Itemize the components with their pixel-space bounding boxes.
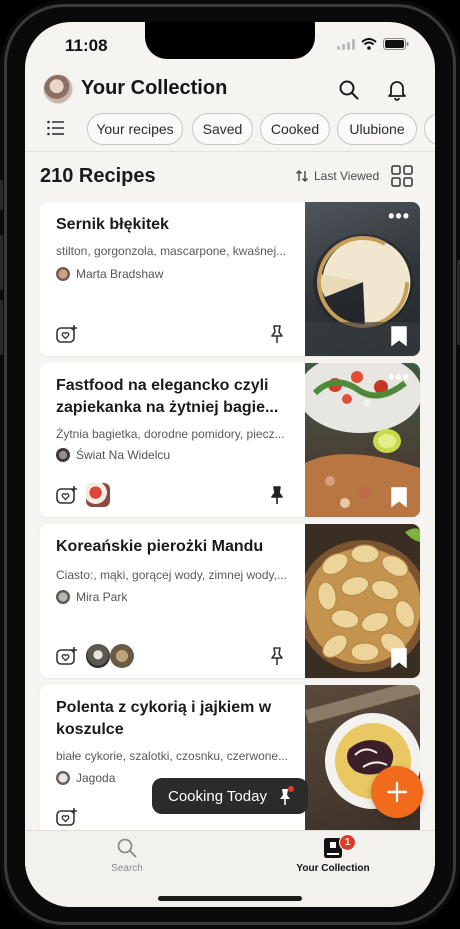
- add-recipe-button[interactable]: [371, 766, 423, 818]
- pin-filled-icon[interactable]: [268, 485, 286, 505]
- recipe-title: Polenta z cykorią i jajkiem w koszulce: [56, 699, 272, 738]
- phone-frame: 11:08 Your Collection Your recipes Saved…: [0, 0, 460, 929]
- page-title: Your Collection: [81, 77, 228, 99]
- battery-icon: [383, 38, 409, 50]
- add-to-cooking-icon[interactable]: [56, 324, 78, 344]
- recipe-title: Fastfood na elegancko czyli zapiekanka n…: [56, 377, 279, 416]
- cooked-thumbnail[interactable]: [110, 644, 134, 668]
- recipe-ingredients: Ciasto:, mąki, gorącej wody, zimnej wody…: [56, 568, 287, 582]
- recipes-count: 210 Recipes: [40, 165, 156, 187]
- list-menu-icon[interactable]: [47, 120, 65, 136]
- author-name: Mira Park: [76, 590, 128, 604]
- grid-view-icon[interactable]: [391, 165, 413, 187]
- chip-more[interactable]: [424, 113, 435, 145]
- bell-icon: [388, 81, 406, 101]
- author-name: Świat Na Widelcu: [76, 448, 171, 462]
- recipe-author[interactable]: Mira Park: [56, 590, 127, 604]
- recipe-image[interactable]: •••: [305, 363, 420, 517]
- sort-arrows-icon: [296, 170, 308, 182]
- recipe-ingredients: stilton, gorgonzola, mascarpone, kwaśnej…: [56, 244, 287, 258]
- recipe-image[interactable]: [305, 524, 420, 678]
- recipe-author[interactable]: Marta Bradshaw: [56, 267, 163, 281]
- app-header: Your Collection: [25, 72, 435, 112]
- author-avatar: [56, 771, 70, 785]
- sort-label: Last Viewed: [314, 169, 380, 183]
- signal-icon: [337, 38, 355, 50]
- plus-icon: [386, 781, 408, 803]
- status-icons: [337, 38, 409, 50]
- wifi-icon: [361, 38, 377, 50]
- tab-search-label: Search: [111, 863, 143, 874]
- side-button: [0, 180, 3, 210]
- status-time: 11:08: [65, 36, 108, 55]
- search-icon: [339, 80, 359, 100]
- tab-search[interactable]: Search: [67, 837, 187, 874]
- search-button[interactable]: [335, 76, 363, 104]
- more-options-icon[interactable]: •••: [388, 206, 410, 227]
- home-indicator: [158, 896, 302, 901]
- profile-avatar[interactable]: [43, 74, 73, 104]
- tab-your-collection[interactable]: 1 Your Collection: [273, 834, 393, 874]
- more-options-icon[interactable]: •••: [388, 367, 410, 388]
- recipe-card-body: Sernik błękitek stilton, gorgonzola, mas…: [40, 202, 302, 356]
- pin-icon[interactable]: [268, 324, 286, 344]
- chip-cooked[interactable]: Cooked: [260, 113, 330, 145]
- chip-saved[interactable]: Saved: [192, 113, 253, 145]
- chip-ulubione[interactable]: Ulubione: [337, 113, 417, 145]
- recipe-card-body: Polenta z cykorią i jajkiem w koszulce b…: [40, 685, 302, 839]
- recipe-title: Sernik błękitek: [56, 216, 169, 233]
- cooked-thumbnail[interactable]: [86, 644, 110, 668]
- author-avatar: [56, 448, 70, 462]
- app-screen: 11:08 Your Collection Your recipes Saved…: [25, 22, 435, 907]
- recipe-card[interactable]: Koreańskie pierożki Mandu Ciasto:, mąki,…: [40, 524, 420, 678]
- search-icon: [117, 838, 137, 858]
- sort-button[interactable]: Last Viewed: [295, 169, 379, 183]
- notification-badge: 1: [339, 834, 356, 851]
- side-button: [0, 300, 3, 355]
- recipe-ingredients: białe cykorie, szalotki, czosnku, czerwo…: [56, 749, 289, 763]
- pin-notification-icon: [279, 786, 294, 805]
- bookmark-icon[interactable]: [391, 326, 407, 346]
- recipe-author[interactable]: Świat Na Widelcu: [56, 448, 170, 462]
- add-to-cooking-icon[interactable]: [56, 646, 78, 666]
- status-bar: 11:08: [25, 22, 435, 68]
- author-name: Jagoda: [76, 771, 116, 785]
- recipe-card[interactable]: Sernik błękitek stilton, gorgonzola, mas…: [40, 202, 420, 356]
- chip-your-recipes[interactable]: Your recipes: [87, 113, 183, 145]
- filter-chips-row: Your recipes Saved Cooked Ulubione: [25, 112, 435, 148]
- recipe-card[interactable]: Fastfood na elegancko czyli zapiekanka n…: [40, 363, 420, 517]
- recipe-card-body: Koreańskie pierożki Mandu Ciasto:, mąki,…: [40, 524, 302, 678]
- bookmark-icon[interactable]: [391, 487, 407, 507]
- toast-label: Cooking Today: [168, 787, 267, 805]
- notifications-button[interactable]: [383, 76, 411, 104]
- tab-collection-label: Your Collection: [296, 863, 370, 874]
- recipe-image[interactable]: •••: [305, 202, 420, 356]
- add-to-cooking-icon[interactable]: [56, 485, 78, 505]
- pin-icon[interactable]: [268, 646, 286, 666]
- cooking-today-toast[interactable]: Cooking Today: [152, 778, 308, 814]
- recipe-title: Koreańskie pierożki Mandu: [56, 538, 264, 555]
- author-name: Marta Bradshaw: [76, 267, 164, 281]
- dynamic-island: [145, 22, 315, 59]
- bookmark-icon[interactable]: [391, 648, 407, 668]
- cooked-thumbnail[interactable]: [86, 483, 110, 507]
- author-avatar: [56, 590, 70, 604]
- recipes-count-row: 210 Recipes Last Viewed: [25, 162, 435, 196]
- author-avatar: [56, 267, 70, 281]
- recipe-card-body: Fastfood na elegancko czyli zapiekanka n…: [40, 363, 302, 517]
- recipe-ingredients: Żytnia bagietka, dorodne pomidory, piecz…: [56, 427, 285, 441]
- recipe-card[interactable]: Polenta z cykorią i jajkiem w koszulce b…: [40, 685, 420, 839]
- side-button: [0, 235, 3, 290]
- recipe-author[interactable]: Jagoda: [56, 771, 115, 785]
- divider: [25, 151, 435, 152]
- add-to-cooking-icon[interactable]: [56, 807, 78, 827]
